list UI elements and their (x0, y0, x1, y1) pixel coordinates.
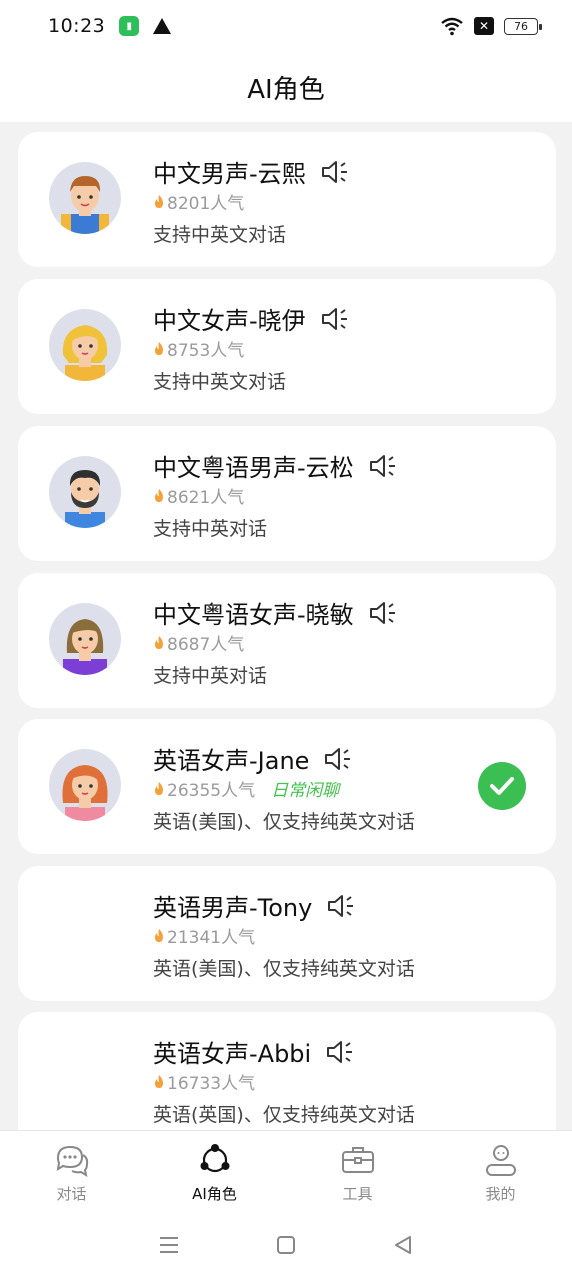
warning-icon (153, 18, 172, 34)
role-list[interactable]: 中文男声-云熙 8201人气 支持中英文对话 中文女声-晓伊 8753人气 支持… (0, 122, 572, 1130)
flame-icon (155, 342, 163, 355)
tab-ai-role[interactable]: AI角色 (143, 1131, 286, 1210)
popularity-count: 26355人气 (167, 781, 256, 801)
role-name: 中文粤语男声-云松 (153, 454, 354, 482)
avatar-girl-icon (49, 309, 121, 381)
popularity-count: 16733人气 (167, 1074, 256, 1094)
tab-label: AI角色 (192, 1185, 237, 1203)
popularity-count: 8753人气 (167, 341, 245, 361)
flame-icon (155, 489, 163, 502)
flame-icon (155, 195, 163, 208)
speaker-icon[interactable] (320, 305, 350, 333)
app-header: AI角色 (0, 52, 572, 122)
role-description: 支持中英对话 (153, 665, 268, 687)
speaker-icon[interactable] (323, 745, 353, 773)
role-description: 英语(美国)、仅支持纯英文对话 (153, 958, 415, 980)
battery-icon: 76 (504, 17, 542, 35)
popularity-count: 8687人气 (167, 635, 245, 655)
avatar-boy-icon (49, 162, 121, 234)
system-nav-bar (0, 1210, 572, 1280)
flame-icon (155, 782, 163, 795)
tab-label: 我的 (485, 1185, 516, 1203)
selected-check-icon (478, 762, 526, 810)
role-card[interactable]: 中文粤语男声-云松 8621人气 支持中英对话 (18, 426, 556, 561)
chat-icon (56, 1145, 88, 1178)
popularity-count: 8621人气 (167, 488, 245, 508)
home-icon[interactable] (275, 1234, 297, 1256)
flame-icon (155, 929, 163, 942)
toolbox-icon (341, 1147, 374, 1173)
role-description: 支持中英对话 (153, 518, 268, 540)
role-description: 支持中英文对话 (153, 224, 287, 246)
tab-profile[interactable]: 我的 (429, 1131, 572, 1210)
popularity-count: 8201人气 (167, 194, 245, 214)
role-name: 英语女声-Abbi (153, 1040, 312, 1068)
menu-icon[interactable] (158, 1235, 180, 1255)
role-name: 中文男声-云熙 (153, 160, 306, 188)
bottom-tab-bar: 对话 AI角色 工具 我的 (0, 1130, 572, 1210)
role-card[interactable]: 中文女声-晓伊 8753人气 支持中英文对话 (18, 279, 556, 414)
tab-tools[interactable]: 工具 (286, 1131, 429, 1210)
popularity-count: 21341人气 (167, 928, 256, 948)
flame-icon (155, 1075, 163, 1088)
role-card[interactable]: 英语男声-Tony 21341人气 英语(美国)、仅支持纯英文对话 (18, 866, 556, 1001)
role-description: 英语(美国)、仅支持纯英文对话 (153, 811, 415, 833)
speaker-icon[interactable] (325, 1038, 355, 1066)
back-icon[interactable] (392, 1234, 414, 1256)
role-card[interactable]: 中文男声-云熙 8201人气 支持中英文对话 (18, 132, 556, 267)
tab-chat[interactable]: 对话 (0, 1131, 143, 1210)
flame-icon (155, 636, 163, 649)
tab-label: 对话 (56, 1185, 87, 1203)
app-notification-icon: ▮ (119, 16, 140, 36)
role-description: 英语(英国)、仅支持纯英文对话 (153, 1104, 415, 1126)
avatar-redhead-icon (49, 749, 121, 821)
avatar-woman-icon (49, 603, 121, 675)
role-card[interactable]: 中文粤语女声-晓敏 8687人气 支持中英对话 (18, 573, 556, 708)
page-title: AI角色 (247, 74, 325, 105)
status-time: 10:23 (48, 15, 106, 37)
sim-disabled-icon: ✕ (474, 17, 494, 35)
wifi-icon (441, 17, 463, 36)
speaker-icon[interactable] (326, 892, 356, 920)
status-bar: 10:23 ▮ ✕ 76 (0, 0, 572, 52)
role-tag: 日常闲聊 (271, 781, 340, 801)
role-name: 中文粤语女声-晓敏 (153, 601, 354, 629)
speaker-icon[interactable] (368, 452, 398, 480)
role-card[interactable]: 英语女声-Abbi 16733人气 英语(英国)、仅支持纯英文对话 (18, 1012, 556, 1130)
role-name: 英语女声-Jane (153, 747, 310, 775)
profile-icon (485, 1145, 516, 1176)
avatar-bearded-man-icon (49, 456, 121, 528)
role-card-selected[interactable]: 英语女声-Jane 26355人气 日常闲聊 英语(美国)、仅支持纯英文对话 (18, 719, 556, 854)
speaker-icon[interactable] (320, 158, 350, 186)
speaker-icon[interactable] (368, 599, 398, 627)
role-name: 英语男声-Tony (153, 894, 313, 922)
tab-label: 工具 (342, 1185, 373, 1203)
role-description: 支持中英文对话 (153, 371, 287, 393)
ai-role-icon (200, 1144, 229, 1173)
role-name: 中文女声-晓伊 (153, 307, 306, 335)
